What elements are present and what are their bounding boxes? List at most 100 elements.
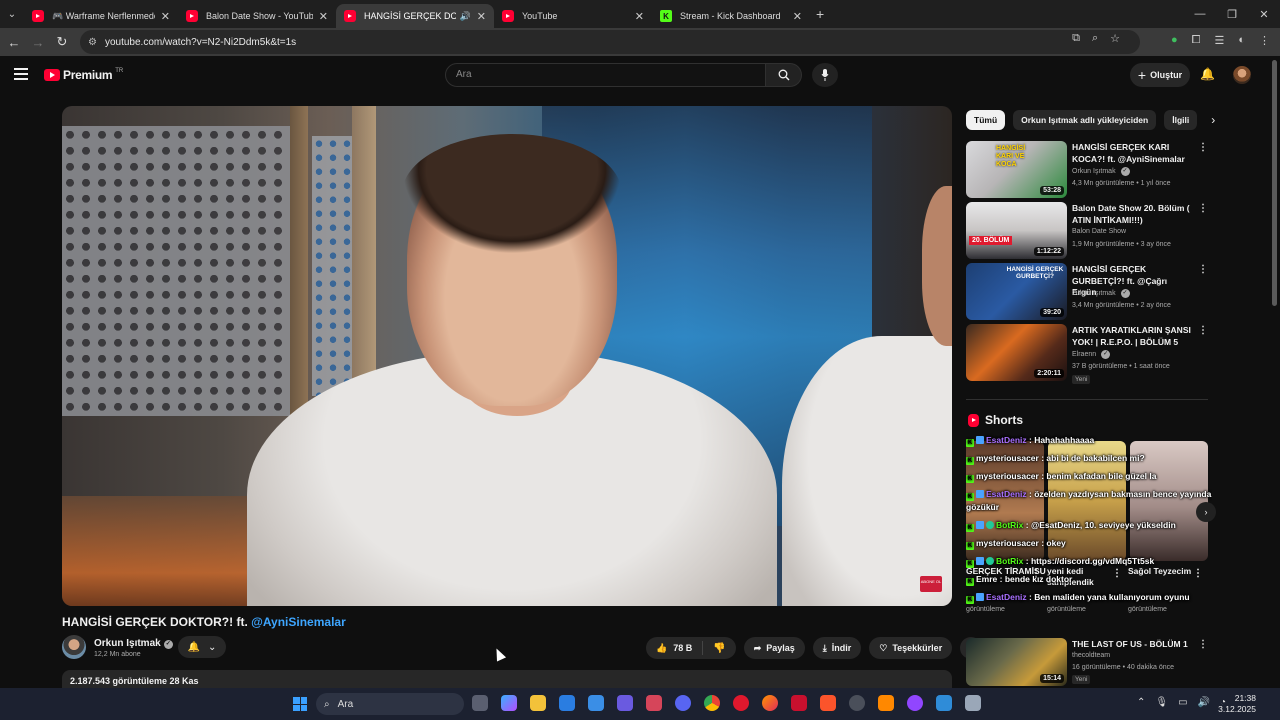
more-vert-icon[interactable]: ⋮ [1198,142,1208,153]
more-vert-icon[interactable]: ⋮ [1198,203,1208,214]
mail-icon[interactable] [559,695,575,711]
display-icon[interactable]: ▭ [1178,697,1187,708]
chat-message: Kmysteriousacer : benim kafadan bile güz… [966,471,1157,483]
tab-current-video[interactable]: HANGİSİ GERÇEK DOKTOR... 🔊 ✕ [336,4,494,28]
zoom-icon[interactable]: ⌕ [1092,32,1098,45]
kick-badge-icon: K [966,493,974,501]
browser-menu-icon[interactable]: ⋮ [1259,34,1270,47]
bookmark-star-icon[interactable]: ☆ [1110,32,1120,45]
subscribe-watermark[interactable]: ABONE OL [920,576,942,592]
video-thumbnail[interactable]: HANGİSİ KARI VE KOCA 53:28 [966,141,1067,198]
thanks-button[interactable]: ♡ Teşekkürler [869,637,953,659]
puzzle-icon[interactable]: ⧠ [1192,34,1201,47]
close-tab-icon[interactable]: ✕ [793,10,802,23]
search-input[interactable]: Ara [445,63,766,87]
store-icon[interactable] [588,695,604,711]
taskbar-search[interactable]: ⌕ Ara [316,693,464,715]
snipping-tool-icon[interactable] [646,695,662,711]
recommendation-item[interactable]: HANGİSİ KARI VE KOCA 53:28 HANGİSİ GERÇE… [966,141,1208,199]
notifications-bell-icon[interactable]: 🔔 [1200,67,1215,81]
recommendation-item[interactable]: 2:20:11 ARTIK YARATIKLARIN ŞANSI YOK! | … [966,324,1208,394]
copilot-icon[interactable] [501,695,517,711]
channel-avatar[interactable] [62,635,86,659]
share-button[interactable]: ➦ Paylaş [743,637,805,659]
restore-icon[interactable]: ❐ [1216,0,1248,28]
opera-icon[interactable] [733,695,749,711]
video-thumbnail[interactable]: 20. BÖLÜM 1:12:22 [966,202,1067,259]
chat-message: K EsatDeniz : Hahahahhaaaa [966,435,1095,447]
site-info-icon[interactable]: ⚙ [88,37,97,48]
close-window-icon[interactable]: ✕ [1248,0,1280,28]
reload-icon[interactable]: ↻ [50,34,74,50]
page-scrollbar[interactable] [1272,60,1277,306]
minimize-icon[interactable]: — [1184,0,1216,28]
chip-from-uploader[interactable]: Orkun Işıtmak adlı yükleyiciden [1013,110,1157,130]
rec-channel: Elraenn ✓ [1072,350,1111,359]
video-player[interactable]: ABONE OL [62,106,952,606]
tab-kick-dashboard[interactable]: Stream - Kick Dashboard ✕ [652,4,810,28]
tab-balon-date[interactable]: Balon Date Show - YouTube ✕ [178,4,336,28]
more-vert-icon[interactable]: ⋮ [1198,264,1208,275]
chevron-right-icon[interactable]: › [1211,113,1215,127]
more-vert-icon[interactable]: ⋮ [1198,639,1208,650]
close-tab-icon[interactable]: ✕ [635,10,644,23]
vivaldi-icon[interactable] [791,695,807,711]
chip-all[interactable]: Tümü [966,110,1006,130]
close-tab-icon[interactable]: ✕ [161,10,170,23]
channel-name[interactable]: Orkun Işıtmak ✓ [94,638,173,649]
reading-list-icon[interactable]: ☰ [1214,34,1224,47]
video-thumbnail[interactable]: 15:14 [966,638,1067,686]
taskbar-clock[interactable]: 21:38 3.12.2025 [1218,693,1256,715]
account-avatar[interactable] [1233,66,1251,84]
vlc-icon[interactable] [878,695,894,711]
like-button[interactable]: 👍 78 B [646,641,704,655]
video-thumbnail[interactable]: HANGİSİ GERÇEK GURBETÇİ? 39:20 [966,263,1067,320]
download-button[interactable]: ⤓ İndir [812,637,862,659]
new-tab-button[interactable]: + [816,6,824,22]
recommendation-item[interactable]: 20. BÖLÜM 1:12:22 Balon Date Show 20. Bö… [966,202,1208,260]
forward-icon[interactable]: → [26,35,50,50]
dislike-button[interactable]: 👎 [703,643,735,654]
app-icon[interactable] [936,695,952,711]
back-icon[interactable]: ← [2,35,26,50]
moderator-badge-icon [976,557,984,565]
twitch-icon[interactable] [907,695,923,711]
address-bar[interactable]: ⚙ youtube.com/watch?v=N2-Ni2Ddm5k&t=1s [80,30,1140,54]
extension-icon[interactable]: ● [1171,34,1178,47]
close-tab-icon[interactable]: ✕ [477,10,486,23]
volume-icon[interactable]: 🔊 [1198,697,1210,708]
video-thumbnail[interactable]: 2:20:11 [966,324,1067,381]
windows-start-icon[interactable] [293,697,307,711]
settings-icon[interactable] [849,695,865,711]
brave-icon[interactable] [820,695,836,711]
menu-icon[interactable] [14,68,28,83]
voice-search-button[interactable] [812,63,838,87]
recommendation-item[interactable]: HANGİSİ GERÇEK GURBETÇİ? 39:20 HANGİSİ G… [966,263,1208,321]
chip-related[interactable]: İlgili [1164,110,1198,130]
firefox-icon[interactable] [762,695,778,711]
search-button[interactable] [766,63,802,87]
tab-warframe[interactable]: 🎮 Warframe Nerflenmeden O... ✕ [24,4,178,28]
speaker-icon[interactable]: 🔊 [460,11,471,22]
create-button[interactable]: + Oluştur [1130,63,1190,87]
subscription-bell-button[interactable]: 🔔 ⌄ [178,636,226,658]
cast-icon[interactable]: ⧉ [1072,32,1080,45]
tab-youtube[interactable]: YouTube ✕ [494,4,652,28]
tab-search-icon[interactable]: ⌄ [0,0,24,28]
taskbar-apps [472,695,981,711]
chevron-up-icon[interactable]: ⌃ [1137,697,1145,708]
task-view-icon[interactable] [472,695,488,711]
teams-icon[interactable] [617,695,633,711]
mention-link[interactable]: @AyniSinemalar [251,615,346,629]
microphone-icon[interactable]: 🎙 [1155,697,1168,708]
app-icon[interactable] [965,695,981,711]
discord-icon[interactable] [675,695,691,711]
youtube-logo[interactable]: Premium TR [44,68,123,82]
bot-badge-icon [986,521,994,529]
chrome-icon[interactable] [704,695,720,711]
file-explorer-icon[interactable] [530,695,546,711]
close-tab-icon[interactable]: ✕ [319,10,328,23]
verified-icon: ✓ [163,640,173,649]
more-vert-icon[interactable]: ⋮ [1198,325,1208,336]
profile-icon[interactable]: ◐ [1238,34,1245,47]
